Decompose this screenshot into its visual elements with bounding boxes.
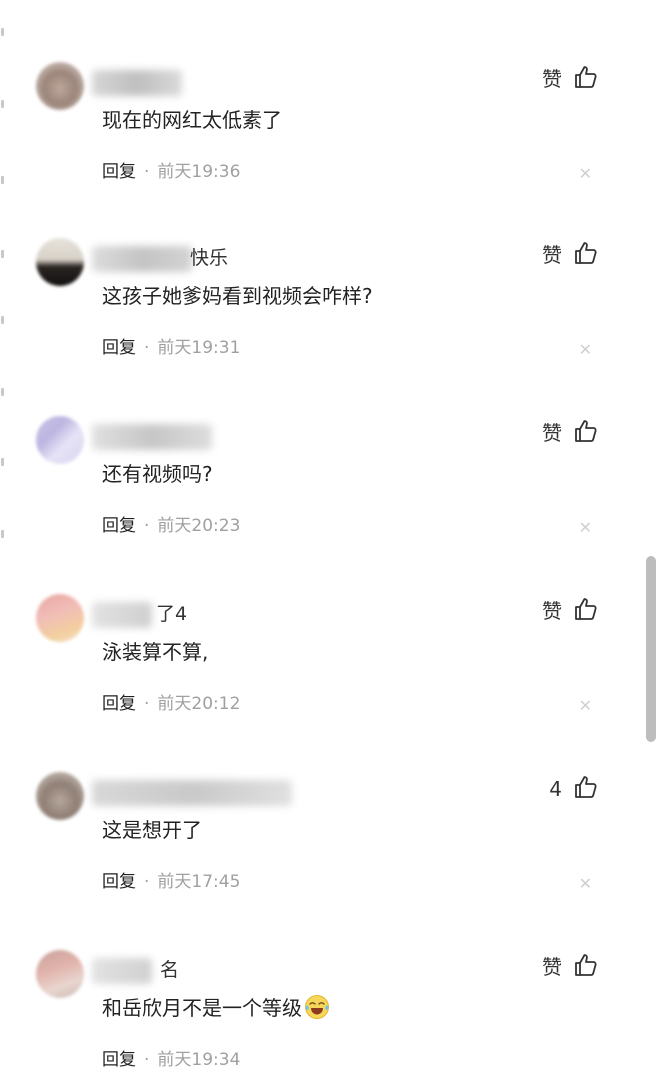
timestamp: 前天20:12 <box>157 694 241 714</box>
thumbs-up-icon[interactable] <box>574 64 598 90</box>
comment-meta: 回复 · 前天19:36 <box>102 160 240 184</box>
comment-meta: 回复 · 前天19:34 <box>102 1048 240 1072</box>
comment-meta: 回复 · 前天17:45 <box>102 870 240 894</box>
reply-button[interactable]: 回复 <box>102 694 136 714</box>
thumbs-up-icon[interactable] <box>574 774 598 800</box>
comment-text-content: 和岳欣月不是一个等级 <box>102 996 302 1020</box>
thumbs-up-icon[interactable] <box>574 596 598 622</box>
comment-meta: 回复 · 前天20:23 <box>102 514 240 538</box>
comment-text: 和岳欣月不是一个等级 <box>102 994 330 1022</box>
comment-text: 现在的网红太低素了 <box>102 108 282 132</box>
meta-separator: · <box>144 694 150 714</box>
comment-text: 泳装算不算, <box>102 640 209 664</box>
meta-separator: · <box>144 1050 150 1070</box>
avatar[interactable] <box>36 950 84 998</box>
like-label[interactable]: 赞 <box>542 954 562 980</box>
username-blurred[interactable] <box>92 424 212 450</box>
avatar[interactable] <box>36 594 84 642</box>
comment-text: 还有视频吗? <box>102 462 213 486</box>
close-icon[interactable]: ✕ <box>579 876 592 892</box>
meta-separator: · <box>144 338 150 358</box>
meta-separator: · <box>144 516 150 536</box>
like-label[interactable]: 4 <box>549 776 562 802</box>
timestamp: 前天17:45 <box>157 872 241 892</box>
username-visible[interactable]: 名 <box>160 958 179 982</box>
username-blurred[interactable] <box>92 780 292 806</box>
comment-item: 4 这是想开了 回复 · 前天17:45 ✕ <box>0 772 650 922</box>
close-icon[interactable]: ✕ <box>579 520 592 536</box>
username-visible[interactable]: 了4 <box>156 602 187 626</box>
comment-item: 了4 赞 泳装算不算, 回复 · 前天20:12 ✕ <box>0 594 650 744</box>
close-icon[interactable]: ✕ <box>579 698 592 714</box>
comment-item: 赞 还有视频吗? 回复 · 前天20:23 ✕ <box>0 416 650 566</box>
username-visible[interactable]: 快乐 <box>190 246 228 270</box>
timestamp: 前天19:36 <box>157 162 241 182</box>
username-blurred[interactable] <box>92 958 152 984</box>
reply-button[interactable]: 回复 <box>102 162 136 182</box>
close-icon[interactable]: ✕ <box>579 166 592 182</box>
reply-button[interactable]: 回复 <box>102 338 136 358</box>
comment-item: 赞 现在的网红太低素了 回复 · 前天19:36 ✕ <box>0 62 650 212</box>
username-blurred[interactable] <box>92 70 182 96</box>
close-icon[interactable]: ✕ <box>579 342 592 358</box>
username-blurred[interactable] <box>92 246 192 272</box>
comment-item: 名 赞 和岳欣月不是一个等级 回复 · 前天19:34 <box>0 950 650 1070</box>
timestamp: 前天20:23 <box>157 516 241 536</box>
timestamp: 前天19:31 <box>157 338 241 358</box>
thumbs-up-icon[interactable] <box>574 240 598 266</box>
meta-separator: · <box>144 872 150 892</box>
like-label[interactable]: 赞 <box>542 242 562 268</box>
crying-laughing-emoji-icon <box>305 995 329 1019</box>
meta-separator: · <box>144 162 150 182</box>
comment-meta: 回复 · 前天20:12 <box>102 692 240 716</box>
timestamp: 前天19:34 <box>157 1050 241 1070</box>
reply-button[interactable]: 回复 <box>102 516 136 536</box>
thumbs-up-icon[interactable] <box>574 418 598 444</box>
comment-text: 这孩子她爹妈看到视频会咋样? <box>102 284 373 308</box>
comment-text: 这是想开了 <box>102 818 202 842</box>
comment-item: 快乐 赞 这孩子她爹妈看到视频会咋样? 回复 · 前天19:31 ✕ <box>0 238 650 388</box>
reply-button[interactable]: 回复 <box>102 1050 136 1070</box>
avatar[interactable] <box>36 416 84 464</box>
username-blurred[interactable] <box>92 602 152 628</box>
comment-meta: 回复 · 前天19:31 <box>102 336 240 360</box>
avatar[interactable] <box>36 62 84 110</box>
avatar[interactable] <box>36 772 84 820</box>
like-label[interactable]: 赞 <box>542 66 562 92</box>
reply-button[interactable]: 回复 <box>102 872 136 892</box>
thumbs-up-icon[interactable] <box>574 952 598 978</box>
like-label[interactable]: 赞 <box>542 420 562 446</box>
like-label[interactable]: 赞 <box>542 598 562 624</box>
avatar[interactable] <box>36 238 84 286</box>
